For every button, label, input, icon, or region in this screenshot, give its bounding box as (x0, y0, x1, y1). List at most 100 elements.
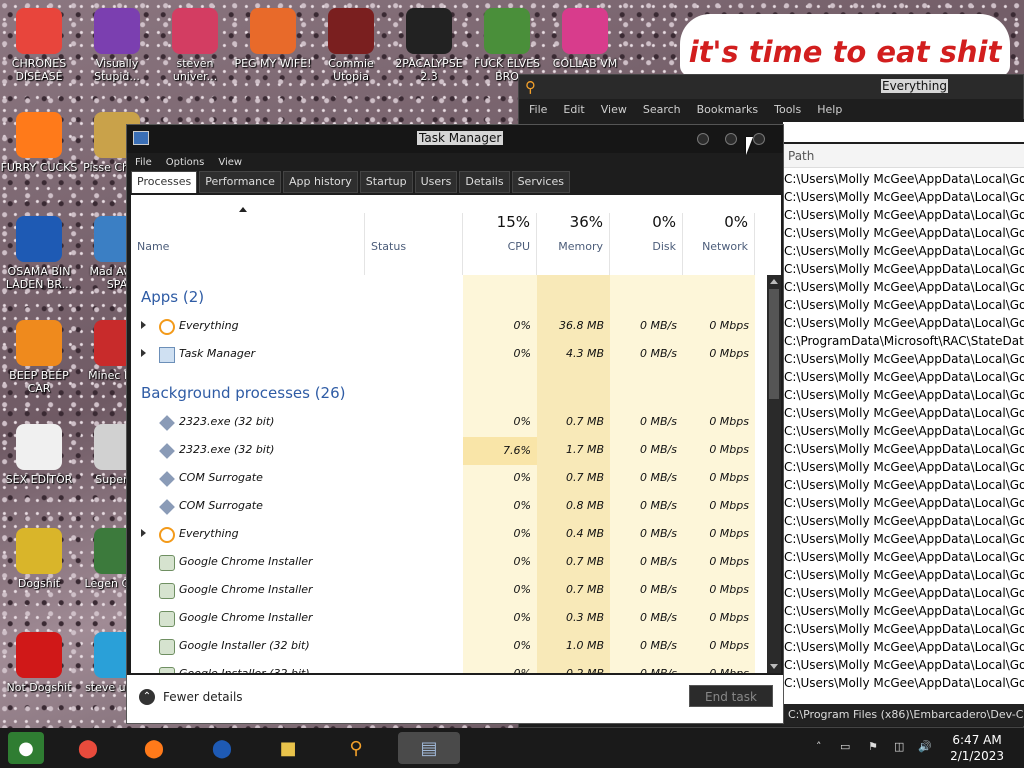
process-row[interactable]: Google Installer (32 bit) 0% 0.2 MB 0 MB/s 0… (131, 661, 767, 673)
end-task-button[interactable]: End task (689, 685, 773, 707)
everything-result-row[interactable]: C:\Users\Molly McGee\AppData\Local\Goog.… (782, 386, 1024, 404)
tab-app-history[interactable]: App history (282, 171, 358, 193)
process-row[interactable]: 2323.exe (32 bit) 7.6% 1.7 MB 0 MB/s 0 Mbps (131, 437, 767, 465)
everything-search-input[interactable] (783, 122, 1024, 142)
everything-result-row[interactable]: C:\Users\Molly McGee\AppData\Local\Goog.… (782, 674, 1024, 692)
firefox-icon[interactable]: ⬤ (136, 732, 172, 764)
everything-result-row[interactable]: C:\Users\Molly McGee\AppData\Local\Goog.… (782, 620, 1024, 638)
network-icon[interactable]: ◫ (894, 740, 908, 754)
desktop-icon[interactable]: CHRONES DISEASE (0, 8, 78, 83)
desktop-icon[interactable]: COLLAB VM (546, 8, 624, 70)
fewer-details-button[interactable]: ⌃ Fewer details (139, 689, 243, 705)
maximize-button[interactable] (725, 133, 737, 145)
everything-result-row[interactable]: C:\Users\Molly McGee\AppData\Local\Goog.… (782, 242, 1024, 260)
everything-result-row[interactable]: C:\Users\Molly McGee\AppData\Local\Goog.… (782, 260, 1024, 278)
everything-result-row[interactable]: C:\ProgramData\Microsoft\RAC\StateData (782, 332, 1024, 350)
desktop-icon[interactable]: FURRY CUCKS (0, 112, 78, 174)
everything-result-row[interactable]: C:\Users\Molly McGee\AppData\Local\Goog.… (782, 170, 1024, 188)
process-row[interactable]: Google Chrome Installer 0% 0.7 MB 0 MB/s 0 M… (131, 577, 767, 605)
clock[interactable]: 6:47 AM 2/1/2023 (950, 732, 1004, 764)
minimize-button[interactable] (697, 133, 709, 145)
everything-results-list[interactable]: Path C:\Users\Molly McGee\AppData\Local\… (782, 144, 1024, 706)
taskmgr-titlebar[interactable]: Task Manager (127, 125, 783, 153)
everything-result-row[interactable]: C:\Users\Molly McGee\AppData\Local\Goog.… (782, 404, 1024, 422)
process-row[interactable]: Google Installer (32 bit) 0% 1.0 MB 0 MB/s 0… (131, 633, 767, 661)
everything-result-row[interactable]: C:\Users\Molly McGee\AppData\Local\Goog.… (782, 584, 1024, 602)
obama-icon[interactable]: ⬤ (204, 732, 240, 764)
tab-services[interactable]: Services (511, 171, 570, 193)
everything-result-row[interactable]: C:\Users\Molly McGee\AppData\Local\Goog.… (782, 188, 1024, 206)
process-row[interactable]: Everything 0% 36.8 MB 0 MB/s 0 Mbps (131, 313, 767, 341)
tab-details[interactable]: Details (459, 171, 510, 193)
cpu-column-header[interactable]: 15% CPU (463, 213, 537, 275)
process-row[interactable]: COM Surrogate 0% 0.8 MB 0 MB/s 0 Mbps (131, 493, 767, 521)
taskmgr-menu-file[interactable]: File (135, 157, 152, 168)
tab-startup[interactable]: Startup (359, 171, 413, 193)
everything-result-row[interactable]: C:\Users\Molly McGee\AppData\Local\Goog.… (782, 206, 1024, 224)
everything-result-row[interactable]: C:\Users\Molly McGee\AppData\Local\Goog.… (782, 368, 1024, 386)
everything-result-row[interactable]: C:\Users\Molly McGee\AppData\Local\Goog.… (782, 476, 1024, 494)
desktop-icon[interactable]: Not Dogshit (0, 632, 78, 694)
everything-icon[interactable]: ⚲ (338, 732, 374, 764)
scroll-up-icon[interactable] (770, 279, 778, 284)
process-row[interactable]: Google Chrome Installer 0% 0.7 MB 0 MB/s 0 M… (131, 549, 767, 577)
everything-result-row[interactable]: C:\Users\Molly McGee\AppData\Local\Goog.… (782, 530, 1024, 548)
everything-result-row[interactable]: C:\Users\Molly McGee\AppData\Local\Goog.… (782, 224, 1024, 242)
task-manager-window[interactable]: Task Manager File Options View Processes Pe… (126, 124, 784, 724)
tablet-icon[interactable]: ▭ (840, 740, 854, 754)
name-column-header[interactable]: Name (131, 213, 365, 275)
everything-result-row[interactable]: C:\Users\Molly McGee\AppData\Local\Goog.… (782, 638, 1024, 656)
taskmgr-menu-options[interactable]: Options (166, 157, 205, 168)
expand-arrow-icon[interactable] (141, 321, 146, 329)
tab-users[interactable]: Users (414, 171, 458, 193)
expand-arrow-icon[interactable] (141, 349, 146, 357)
process-group-header[interactable]: Background processes (26) (141, 384, 346, 402)
tab-performance[interactable]: Performance (199, 171, 281, 193)
process-row[interactable]: Google Chrome Installer 0% 0.3 MB 0 MB/s 0 M… (131, 605, 767, 633)
everything-result-row[interactable]: C:\Users\Molly McGee\AppData\Local\Goog.… (782, 278, 1024, 296)
desktop-icon[interactable]: FUCK ELVES BRO (468, 8, 546, 83)
process-row[interactable]: Task Manager 0% 4.3 MB 0 MB/s 0 Mbps (131, 341, 767, 369)
disk-column-header[interactable]: 0% Disk (610, 213, 683, 275)
process-scrollbar[interactable] (767, 275, 781, 673)
taskmgr-icon[interactable]: ▤ (398, 732, 460, 764)
everything-result-row[interactable]: C:\Users\Molly McGee\AppData\Local\Goog.… (782, 602, 1024, 620)
desktop-icon[interactable]: Dogshit (0, 528, 78, 590)
process-row[interactable]: Everything 0% 0.4 MB 0 MB/s 0 Mbps (131, 521, 767, 549)
path-column-header[interactable]: Path (782, 144, 1024, 168)
file-explorer-chrome-icon[interactable]: ● (8, 732, 44, 764)
file-manager-icon[interactable]: ■ (270, 732, 306, 764)
scrollbar-thumb[interactable] (769, 289, 779, 399)
desktop-icon[interactable]: BEEP BEEP CAR (0, 320, 78, 395)
everything-result-row[interactable]: C:\Users\Molly McGee\AppData\Local\Goog.… (782, 458, 1024, 476)
volume-icon[interactable]: 🔊 (918, 740, 932, 754)
chrome-icon[interactable]: ⬤ (70, 732, 106, 764)
desktop-icon[interactable]: steven univer... (156, 8, 234, 83)
tab-processes[interactable]: Processes (131, 171, 198, 193)
desktop-icon[interactable]: OSAMA BIN LADEN BR... (0, 216, 78, 291)
process-row[interactable]: 2323.exe (32 bit) 0% 0.7 MB 0 MB/s 0 Mbps (131, 409, 767, 437)
everything-titlebar[interactable]: ⚲ Everything (519, 75, 1023, 99)
expand-arrow-icon[interactable] (141, 529, 146, 537)
desktop-icon[interactable]: 2PACALYPSE 2.3 (390, 8, 468, 83)
taskmgr-menu-view[interactable]: View (218, 157, 242, 168)
desktop-icon[interactable]: PEG MY WIFE! (234, 8, 312, 70)
everything-menu-help[interactable]: Help (817, 103, 842, 116)
process-group-header[interactable]: Apps (2) (141, 288, 204, 306)
everything-result-row[interactable]: C:\Users\Molly McGee\AppData\Local\Goog.… (782, 422, 1024, 440)
everything-result-row[interactable]: C:\Users\Molly McGee\AppData\Local\Goog.… (782, 296, 1024, 314)
process-row[interactable]: COM Surrogate 0% 0.7 MB 0 MB/s 0 Mbps (131, 465, 767, 493)
everything-result-row[interactable]: C:\Users\Molly McGee\AppData\Local\Goog.… (782, 494, 1024, 512)
memory-column-header[interactable]: 36% Memory (537, 213, 610, 275)
desktop-icon[interactable]: SEX EDITOR (0, 424, 78, 486)
security-alert-icon[interactable]: ⚑ (868, 740, 882, 754)
everything-result-row[interactable]: C:\Users\Molly McGee\AppData\Local\Goog.… (782, 440, 1024, 458)
desktop-icon[interactable]: Visually Stupid... (78, 8, 156, 83)
desktop-icon[interactable]: Commie Utopia (312, 8, 390, 83)
everything-result-row[interactable]: C:\Users\Molly McGee\AppData\Local\Goog.… (782, 350, 1024, 368)
everything-menu-bookmarks[interactable]: Bookmarks (697, 103, 758, 116)
network-column-header[interactable]: 0% Network (683, 213, 755, 275)
everything-result-row[interactable]: C:\Users\Molly McGee\AppData\Local\Goog.… (782, 512, 1024, 530)
everything-menu-file[interactable]: File (529, 103, 547, 116)
scroll-down-icon[interactable] (770, 664, 778, 669)
